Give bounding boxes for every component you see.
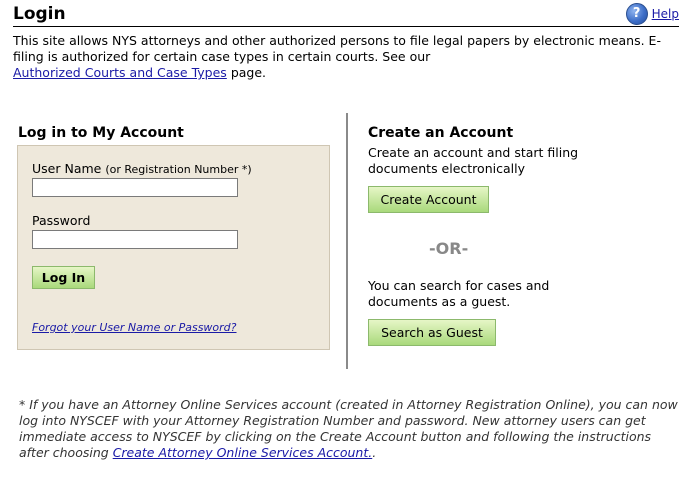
footnote-suffix: . <box>372 445 377 460</box>
password-label: Password <box>32 213 91 228</box>
title-divider <box>13 26 679 27</box>
question-mark-icon[interactable]: ? <box>625 3 648 25</box>
login-button[interactable]: Log In <box>32 266 95 289</box>
intro-text-part-1: This site allows NYS attorneys and other… <box>13 33 661 64</box>
password-input[interactable] <box>32 230 238 249</box>
login-panel: User Name (or Registration Number *) Pas… <box>17 145 330 350</box>
or-separator: -OR- <box>429 239 469 258</box>
help-link[interactable]: Help <box>652 7 679 21</box>
intro-text-part-2: page. <box>230 65 267 80</box>
page-title: Login <box>13 4 66 24</box>
help-link-group[interactable]: ? Help <box>625 3 679 25</box>
create-aos-account-link[interactable]: Create Attorney Online Services Account. <box>113 445 373 460</box>
footnote: * If you have an Attorney Online Service… <box>19 397 679 461</box>
search-as-guest-button[interactable]: Search as Guest <box>368 319 496 346</box>
create-account-description: Create an account and start filing docum… <box>368 145 579 176</box>
authorized-courts-link[interactable]: Authorized Courts and Case Types <box>13 65 227 80</box>
column-divider <box>346 113 348 369</box>
create-account-title: Create an Account <box>368 125 514 141</box>
username-label-text: User Name <box>32 161 102 176</box>
login-section-title: Log in to My Account <box>18 125 184 141</box>
username-input[interactable] <box>32 178 238 197</box>
username-label: User Name (or Registration Number *) <box>32 161 252 176</box>
forgot-credentials-link[interactable]: Forgot your User Name or Password? <box>32 321 237 334</box>
username-hint: (or Registration Number *) <box>105 163 252 176</box>
intro-text: This site allows NYS attorneys and other… <box>13 33 683 81</box>
create-account-button[interactable]: Create Account <box>368 186 489 213</box>
guest-description: You can search for cases and documents a… <box>368 278 550 309</box>
